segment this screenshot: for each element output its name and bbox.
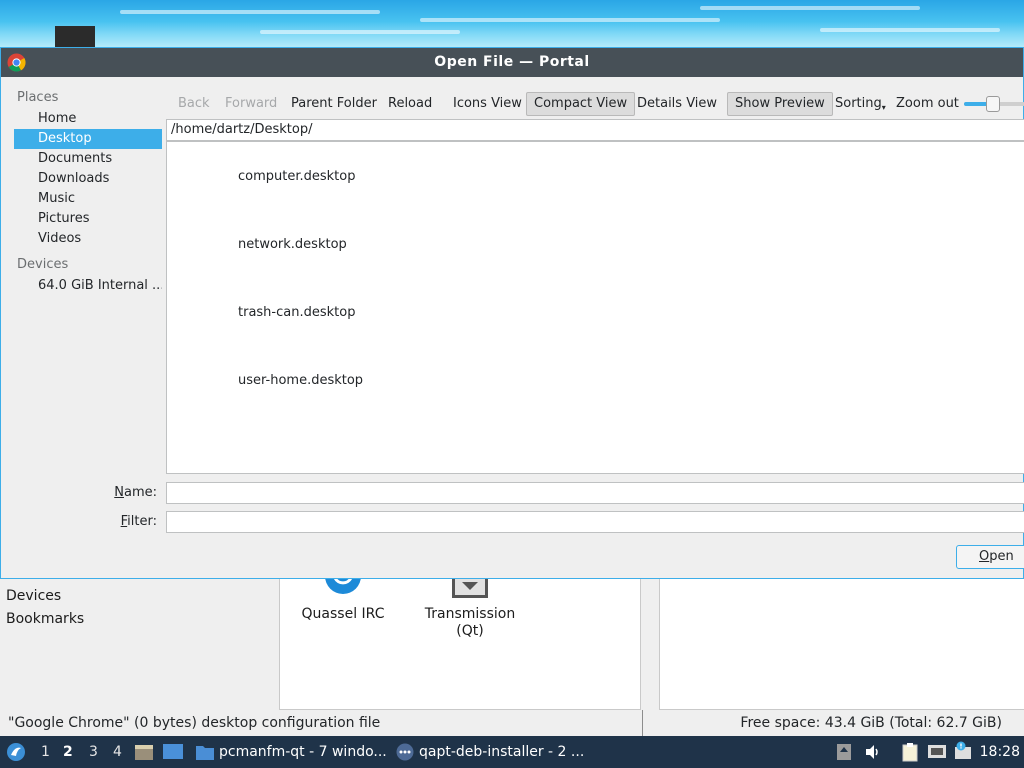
clipboard-icon[interactable] (900, 742, 920, 762)
file-item-trash-can[interactable]: trash-can.desktop (238, 305, 355, 320)
archive-manager-icon[interactable] (134, 742, 154, 762)
filter-label: Filter: (120, 514, 157, 529)
sorting-label: Sorting (835, 96, 882, 111)
place-downloads[interactable]: Downloads (14, 169, 162, 189)
details-view-button[interactable]: Details View (637, 93, 717, 115)
volume-icon[interactable] (864, 743, 882, 761)
sorting-menu[interactable]: Sorting▾ (835, 93, 886, 115)
back-button[interactable]: Back (178, 93, 210, 115)
reload-button[interactable]: Reload (388, 93, 432, 115)
places-sidebar: Places Home Desktop Documents Downloads … (1, 77, 165, 477)
background-preview-pane (659, 578, 1024, 710)
transmission-icon[interactable] (452, 578, 488, 598)
place-pictures[interactable]: Pictures (14, 209, 162, 229)
workspace-2[interactable]: 2 (63, 736, 73, 768)
lubuntu-menu-icon[interactable] (6, 742, 26, 762)
quassel-irc-icon[interactable] (323, 576, 363, 600)
status-divider (642, 710, 643, 736)
dialog-toolbar: Back Forward Parent Folder Reload Icons … (167, 91, 1024, 117)
file-item-network[interactable]: network.desktop (238, 237, 347, 252)
desktop-wallpaper (0, 0, 1024, 48)
updates-icon[interactable] (836, 743, 852, 761)
free-space-text: Free space: 43.4 GiB (Total: 62.7 GiB) (740, 715, 1002, 731)
place-home[interactable]: Home (14, 109, 162, 129)
notification-icon[interactable] (953, 741, 973, 761)
background-sidebar: Devices Bookmarks (0, 578, 278, 710)
workspace-4[interactable]: 4 (113, 736, 122, 768)
quassel-irc-label[interactable]: Quassel IRC (298, 606, 388, 623)
icons-view-button[interactable]: Icons View (453, 93, 522, 115)
zoom-slider-handle[interactable] (986, 96, 1000, 112)
status-bar-text: "Google Chrome" (0 bytes) desktop config… (8, 715, 381, 731)
dialog-title: Open File — Portal (434, 54, 590, 70)
place-videos[interactable]: Videos (14, 229, 162, 249)
workspace-3[interactable]: 3 (89, 736, 98, 768)
background-sidebar-bookmarks[interactable]: Bookmarks (6, 611, 84, 627)
open-file-dialog: Open File — Portal Places Home Desktop D… (0, 47, 1024, 579)
show-preview-button[interactable]: Show Preview (727, 92, 833, 116)
places-header: Places (17, 90, 59, 105)
parent-folder-button[interactable]: Parent Folder (291, 93, 377, 115)
transmission-label[interactable]: Transmission (Qt) (420, 606, 520, 640)
desktop-panel-fragment (55, 26, 95, 48)
open-button[interactable]: Open (956, 545, 1024, 569)
background-sidebar-devices[interactable]: Devices (6, 588, 61, 604)
folder-icon (196, 746, 214, 760)
place-music[interactable]: Music (14, 189, 162, 209)
file-item-computer[interactable]: computer.desktop (238, 169, 356, 184)
dialog-titlebar[interactable]: Open File — Portal (1, 48, 1023, 77)
clock[interactable]: 18:28 (980, 736, 1020, 768)
file-item-user-home[interactable]: user-home.desktop (238, 373, 363, 388)
taskbar: 1 2 3 4 pcmanfm-qt - 7 windo... qapt-deb… (0, 736, 1024, 768)
forward-button[interactable]: Forward (225, 93, 277, 115)
place-desktop[interactable]: Desktop (14, 129, 162, 149)
zoom-slider[interactable] (964, 96, 1024, 112)
file-list[interactable]: computer.desktop network.desktop trash-c… (166, 141, 1024, 474)
path-bar[interactable]: /home/dartz/Desktop/ (166, 119, 1024, 141)
workspace-1[interactable]: 1 (41, 736, 50, 768)
background-file-manager-window: Devices Bookmarks Quassel IRC Transmissi… (0, 576, 1024, 736)
device-internal-drive[interactable]: 64.0 GiB Internal ... (14, 276, 162, 296)
zoom-out-button[interactable]: Zoom out (896, 93, 959, 115)
show-desktop-icon[interactable] (162, 742, 184, 762)
task-qapt-deb-installer[interactable]: qapt-deb-installer - 2 ... (419, 736, 584, 768)
compact-view-button[interactable]: Compact View (526, 92, 636, 116)
chevron-down-icon: ▾ (881, 103, 886, 112)
place-documents[interactable]: Documents (14, 149, 162, 169)
devices-header: Devices (17, 257, 69, 272)
task-pcmanfm[interactable]: pcmanfm-qt - 7 windo... (219, 736, 387, 768)
network-icon[interactable] (927, 743, 947, 761)
installer-icon (396, 743, 414, 761)
filter-input[interactable] (166, 511, 1024, 533)
name-input[interactable] (166, 482, 1024, 504)
name-label: Name: (114, 485, 157, 500)
